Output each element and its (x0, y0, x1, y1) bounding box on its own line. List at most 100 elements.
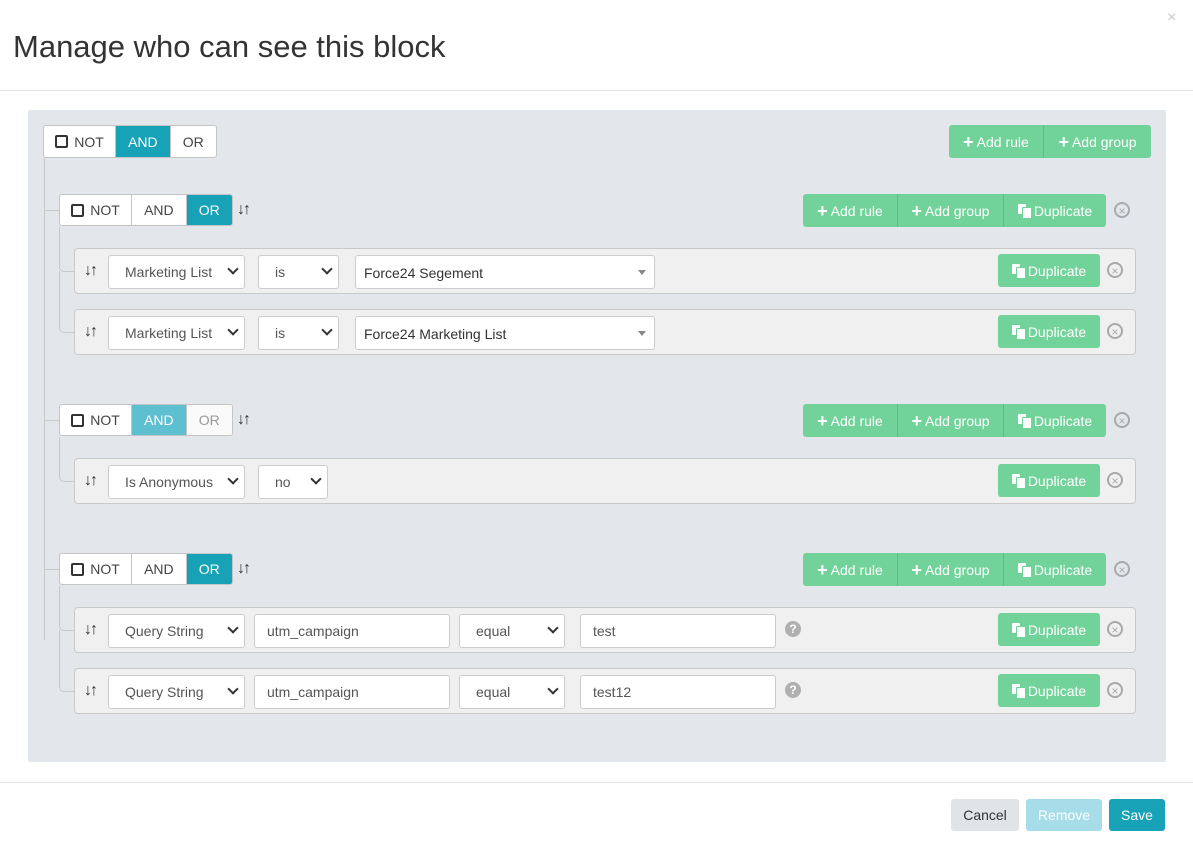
group1-or-button[interactable]: OR (186, 195, 232, 225)
root-add-rule-button[interactable]: + Add rule (949, 125, 1044, 158)
add-rule-label: Add rule (976, 133, 1029, 150)
rule-actions: Duplicate (998, 674, 1100, 707)
operator-select[interactable]: equal (459, 614, 565, 648)
key-input[interactable]: utm_campaign (254, 675, 450, 709)
value-input[interactable]: test12 (580, 675, 776, 709)
chevron-down-icon (227, 473, 239, 485)
rule-actions: Duplicate (998, 254, 1100, 287)
add-group-label: Add group (1071, 133, 1137, 150)
group2-add-rule-button[interactable]: + Add rule (803, 404, 898, 437)
root-not-toggle[interactable]: NOT (44, 126, 117, 157)
field-select[interactable]: Is Anonymous (108, 465, 245, 499)
field-select[interactable]: Marketing List (108, 255, 245, 289)
root-and-button[interactable]: AND (116, 126, 171, 157)
add-rule-label: Add rule (830, 202, 883, 219)
cancel-button[interactable]: Cancel (951, 799, 1019, 831)
operator-value: is (275, 264, 286, 280)
rule-actions: Duplicate (998, 315, 1100, 348)
group3-and-button[interactable]: AND (132, 554, 187, 584)
group2-remove-icon[interactable]: × (1114, 412, 1130, 428)
rule-remove-icon[interactable]: × (1107, 682, 1123, 698)
key-input[interactable]: utm_campaign (254, 614, 450, 648)
operator-select[interactable]: equal (459, 675, 565, 709)
rule-remove-icon[interactable]: × (1107, 472, 1123, 488)
duplicate-label: Duplicate (1027, 621, 1087, 638)
caret-down-icon (638, 331, 646, 336)
rule-duplicate-button[interactable]: Duplicate (998, 254, 1100, 287)
field-select[interactable]: Query String (108, 675, 245, 709)
sort-icon[interactable]: ↓↑ (237, 202, 251, 218)
group3-or-button[interactable]: OR (186, 554, 232, 584)
group3-remove-icon[interactable]: × (1114, 561, 1130, 577)
group2-actions: + Add rule + Add group Duplicate (803, 404, 1106, 437)
root-add-group-button[interactable]: + Add group (1044, 125, 1151, 158)
group2-add-group-button[interactable]: + Add group (898, 404, 1004, 437)
rule-actions: Duplicate (998, 613, 1100, 646)
sort-icon[interactable]: ↓↑ (237, 412, 251, 428)
duplicate-label: Duplicate (1027, 323, 1087, 340)
group3-not-toggle[interactable]: NOT (60, 554, 133, 584)
chevron-down-icon (547, 622, 559, 634)
sort-icon[interactable]: ↓↑ (84, 683, 98, 699)
chevron-down-icon (227, 683, 239, 695)
rule-actions: Duplicate (998, 464, 1100, 497)
copy-icon (1017, 414, 1032, 429)
rule-remove-icon[interactable]: × (1107, 323, 1123, 339)
rule-remove-icon[interactable]: × (1107, 621, 1123, 637)
duplicate-label: Duplicate (1027, 472, 1087, 489)
copy-icon (1011, 623, 1026, 638)
group3-duplicate-button[interactable]: Duplicate (1004, 553, 1106, 586)
plus-icon: + (963, 131, 974, 152)
root-actions: + Add rule + Add group (949, 125, 1151, 158)
group1-not-toggle[interactable]: NOT (60, 195, 133, 225)
plus-icon: + (911, 559, 922, 580)
root-or-button[interactable]: OR (171, 126, 216, 157)
sort-icon[interactable]: ↓↑ (237, 561, 251, 577)
root-condition-group: NOT AND OR (43, 125, 217, 158)
field-select[interactable]: Marketing List (108, 316, 245, 350)
value-input[interactable]: test (580, 614, 776, 648)
sort-icon[interactable]: ↓↑ (84, 263, 98, 279)
group3-add-group-button[interactable]: + Add group (898, 553, 1004, 586)
help-icon[interactable]: ? (785, 621, 801, 637)
operator-select[interactable]: is (258, 316, 339, 350)
group1-add-rule-button[interactable]: + Add rule (803, 194, 898, 227)
group1-duplicate-button[interactable]: Duplicate (1004, 194, 1106, 227)
rule-remove-icon[interactable]: × (1107, 262, 1123, 278)
group2-duplicate-button[interactable]: Duplicate (1004, 404, 1106, 437)
sort-icon[interactable]: ↓↑ (84, 324, 98, 340)
group2-and-button[interactable]: AND (132, 405, 187, 435)
copy-icon (1011, 684, 1026, 699)
group1-remove-icon[interactable]: × (1114, 202, 1130, 218)
root-branch-3 (44, 569, 59, 570)
checkbox-icon (71, 203, 85, 217)
sort-icon[interactable]: ↓↑ (84, 622, 98, 638)
value-dropdown[interactable]: Force24 Marketing List (355, 316, 655, 350)
not-label: NOT (90, 202, 120, 218)
group1-and-button[interactable]: AND (132, 195, 187, 225)
sort-icon[interactable]: ↓↑ (84, 473, 98, 489)
operator-value: equal (476, 684, 511, 700)
add-rule-label: Add rule (830, 412, 883, 429)
group2-or-button[interactable]: OR (186, 405, 232, 435)
add-group-label: Add group (924, 202, 990, 219)
rule-duplicate-button[interactable]: Duplicate (998, 464, 1100, 497)
group2-not-toggle[interactable]: NOT (60, 405, 133, 435)
save-button[interactable]: Save (1109, 799, 1165, 831)
value-dropdown[interactable]: Force24 Segement (355, 255, 655, 289)
rule-duplicate-button[interactable]: Duplicate (998, 315, 1100, 348)
help-icon[interactable]: ? (785, 682, 801, 698)
rule-duplicate-button[interactable]: Duplicate (998, 613, 1100, 646)
operator-select[interactable]: no (258, 465, 328, 499)
footer-divider (0, 782, 1193, 783)
close-icon[interactable]: × (1167, 10, 1176, 26)
group3-add-rule-button[interactable]: + Add rule (803, 553, 898, 586)
operator-select[interactable]: is (258, 255, 339, 289)
group3-connector-2 (59, 630, 75, 692)
copy-icon (1011, 264, 1026, 279)
group1-add-group-button[interactable]: + Add group (898, 194, 1004, 227)
field-select[interactable]: Query String (108, 614, 245, 648)
chevron-down-icon (227, 622, 239, 634)
remove-button[interactable]: Remove (1026, 799, 1102, 831)
rule-duplicate-button[interactable]: Duplicate (998, 674, 1100, 707)
